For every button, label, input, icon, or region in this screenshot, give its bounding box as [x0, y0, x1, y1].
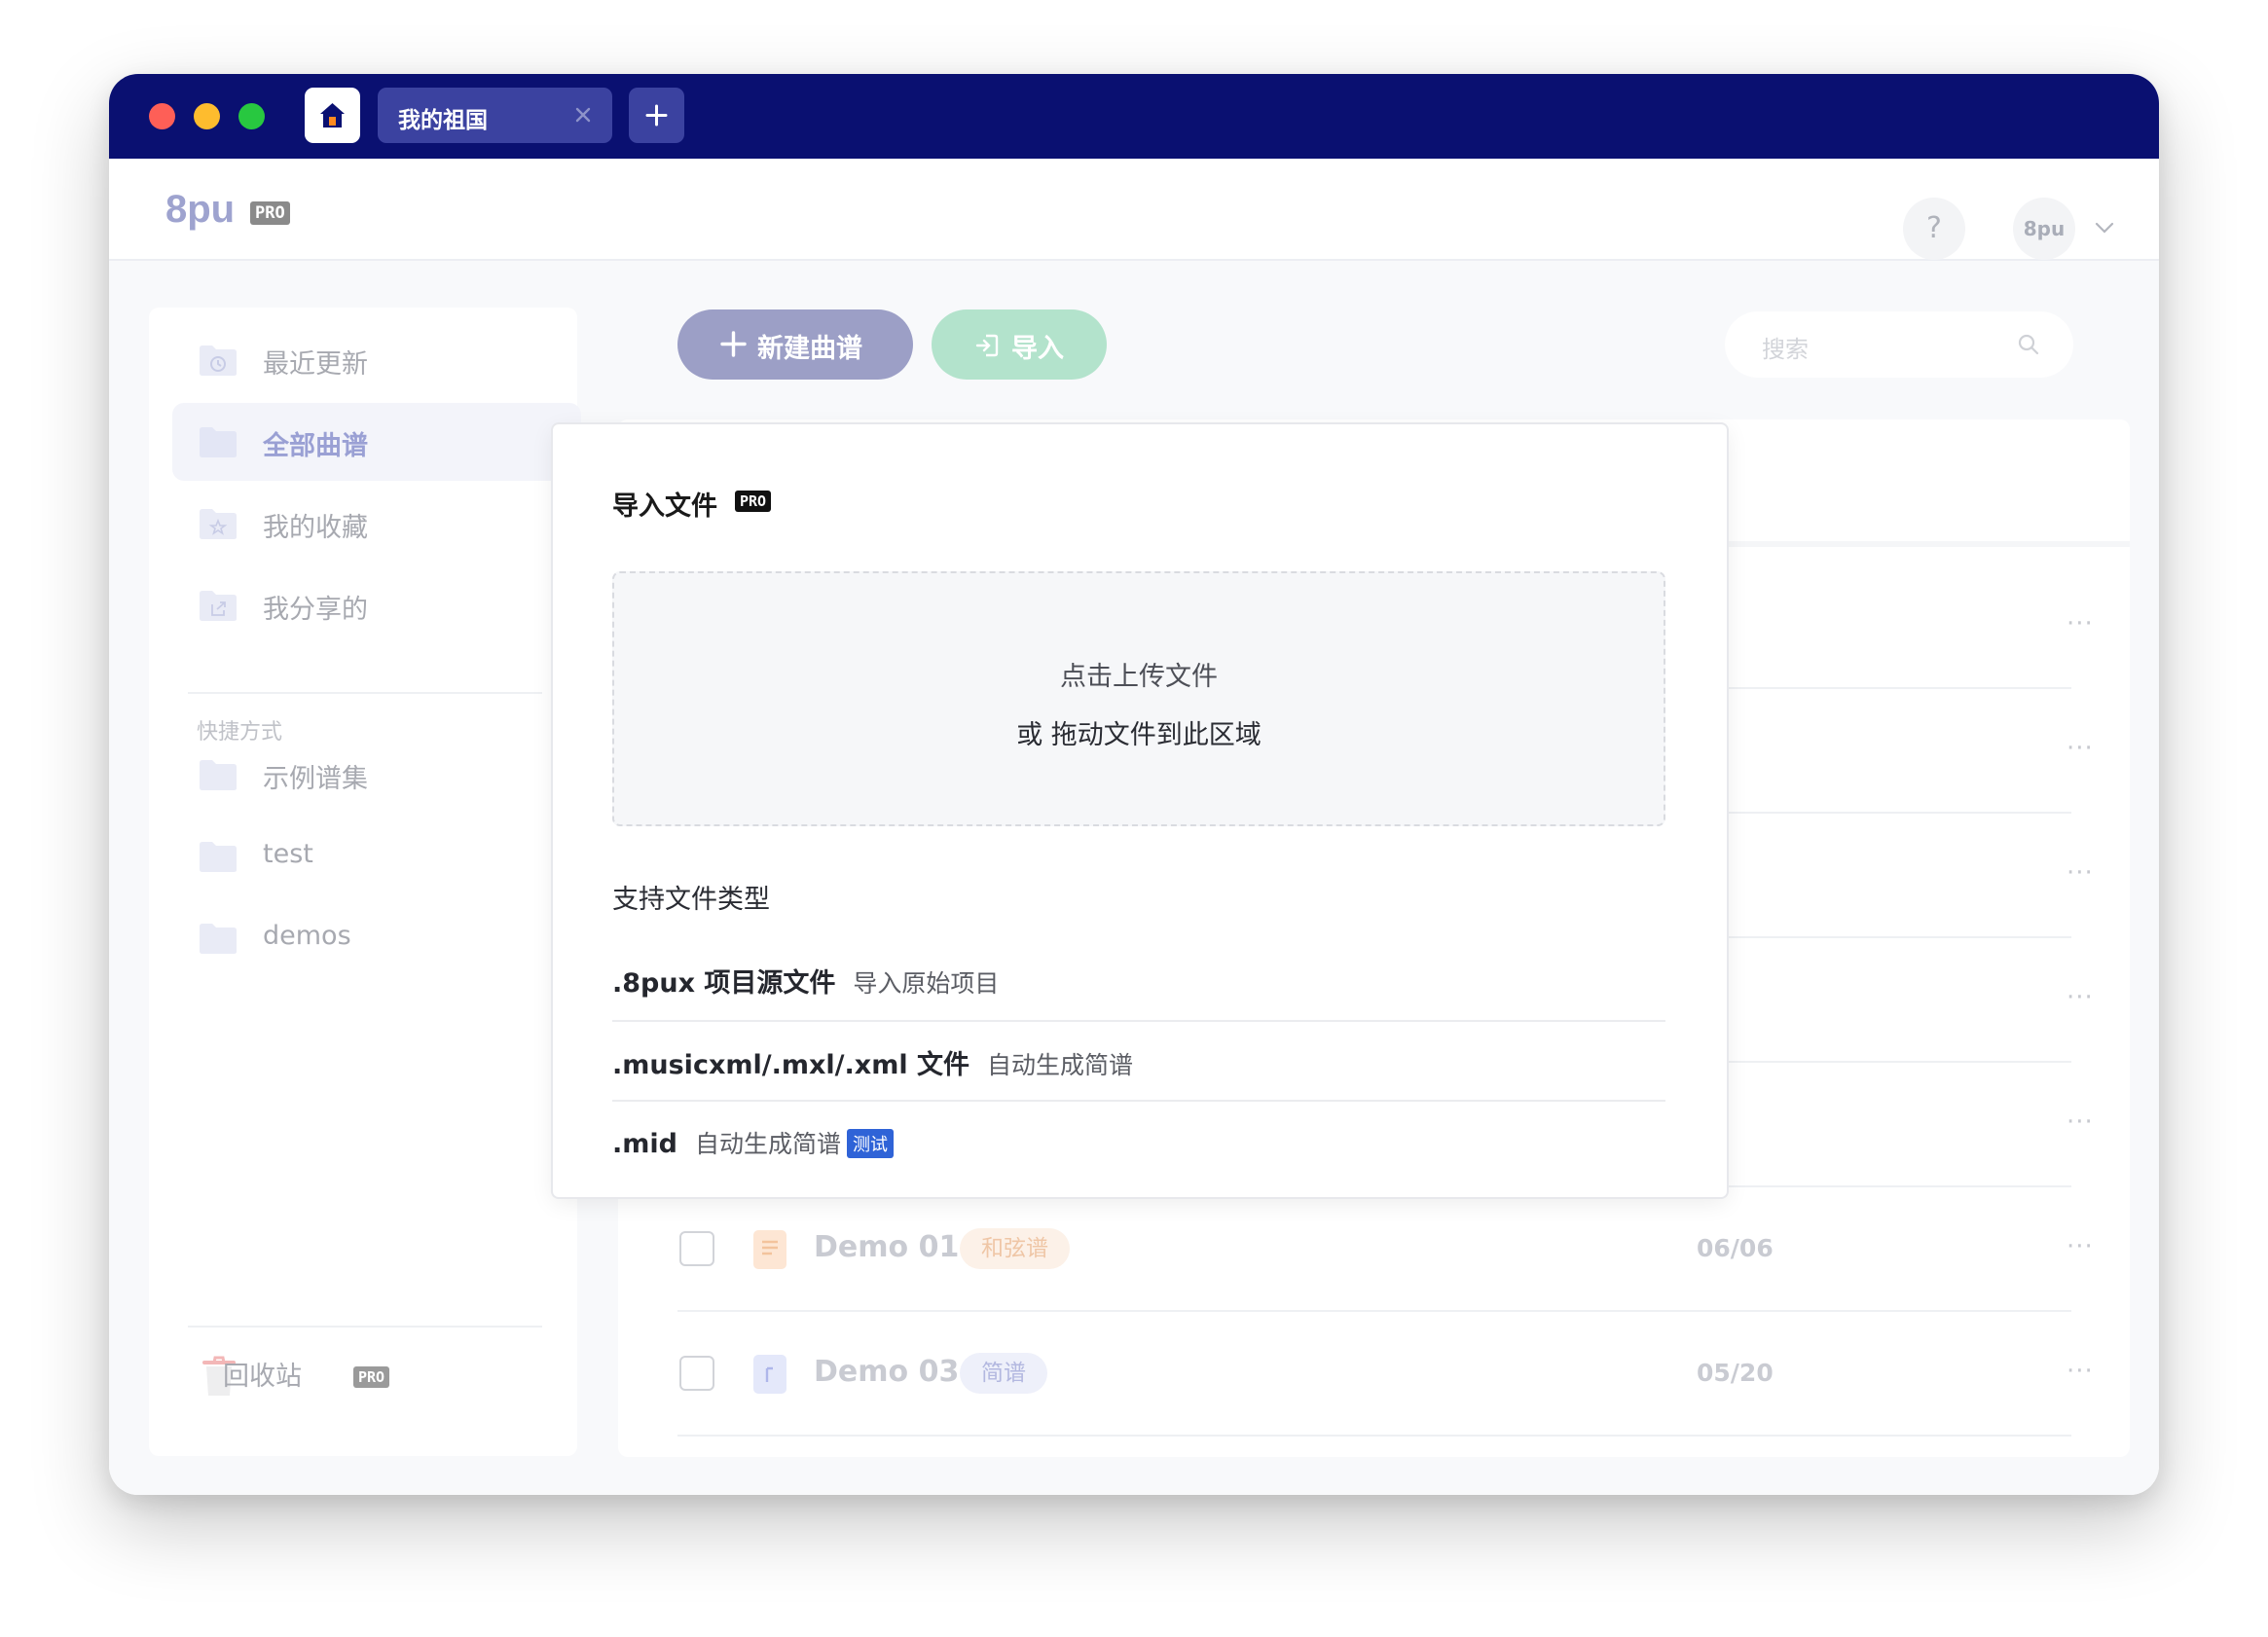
plus-icon	[720, 331, 747, 357]
supported-types-heading: 支持文件类型	[612, 885, 770, 915]
file-dropzone[interactable]: 点击上传文件 或 拖动文件到此区域	[612, 571, 1665, 826]
score-title[interactable]: Demo 03	[814, 1355, 959, 1389]
plus-icon	[645, 104, 668, 127]
score-type-tag: 和弦谱	[960, 1228, 1070, 1269]
table-row[interactable]: Demo 01 和弦谱 06/06 ···	[677, 1185, 2093, 1312]
file-type-name: .8pux 项目源文件	[612, 968, 836, 999]
chevron-down-icon[interactable]	[2095, 221, 2114, 235]
new-score-button[interactable]: 新建曲谱	[677, 309, 913, 380]
import-label: 导入	[1011, 334, 1064, 364]
minimize-window-button[interactable]	[194, 103, 220, 129]
score-date: 05/20	[1697, 1359, 1774, 1387]
sidebar-item-label: 全部曲谱	[263, 431, 368, 461]
sidebar-item-label: 我分享的	[263, 595, 368, 625]
file-type-desc: 自动生成简谱	[987, 1051, 1134, 1079]
search-icon[interactable]	[2017, 333, 2040, 356]
sidebar-item-favorites[interactable]: 我的收藏	[172, 485, 581, 563]
sidebar-item-label: 我的收藏	[263, 513, 368, 543]
more-button[interactable]: ···	[2067, 983, 2094, 1012]
file-type-item: .musicxml/.mxl/.xml 文件 自动生成简谱	[612, 1022, 1665, 1102]
dropzone-click-hint: 点击上传文件	[1060, 662, 1218, 692]
close-icon[interactable]	[571, 103, 595, 127]
close-window-button[interactable]	[149, 103, 175, 129]
title-bar: 我的祖国	[109, 74, 2159, 159]
notation-score-icon	[753, 1355, 786, 1394]
new-tab-button[interactable]	[629, 88, 684, 143]
sidebar-divider	[188, 1326, 542, 1328]
home-tab[interactable]	[305, 88, 360, 143]
score-date: 06/06	[1697, 1234, 1774, 1262]
folder-icon	[200, 760, 237, 790]
beta-badge: 测试	[847, 1129, 894, 1158]
pro-badge: PRO	[353, 1366, 390, 1388]
table-row[interactable]: Demo 03 简谱 05/20 ···	[677, 1310, 2093, 1437]
help-button[interactable]: ?	[1903, 198, 1965, 260]
clock-folder-icon	[200, 346, 237, 376]
sidebar-item-shortcut[interactable]: test	[172, 818, 581, 895]
more-button[interactable]: ···	[2067, 1108, 2094, 1137]
folder-icon	[200, 924, 237, 954]
import-dialog-title: 导入文件	[612, 491, 717, 522]
sidebar-item-label: 示例谱集	[263, 764, 368, 794]
import-dialog: 导入文件 PRO 点击上传文件 或 拖动文件到此区域 支持文件类型 .8pux …	[553, 424, 1727, 1197]
file-type-item: .8pux 项目源文件 导入原始项目	[612, 942, 1665, 1022]
sidebar-item-shortcut[interactable]: demos	[172, 899, 581, 977]
sidebar-divider	[188, 692, 542, 694]
app-header: 8pu PRO ? 8pu	[109, 159, 2159, 261]
new-score-label: 新建曲谱	[757, 334, 862, 364]
dropzone-drag-hint: 或 拖动文件到此区域	[1016, 720, 1262, 750]
chord-score-icon	[753, 1230, 786, 1269]
tab-label: 我的祖国	[398, 108, 488, 133]
file-type-name: .musicxml/.mxl/.xml 文件	[612, 1050, 969, 1080]
zoom-window-button[interactable]	[238, 103, 265, 129]
sidebar: 最近更新 全部曲谱 我的收藏 我分享的 快捷方式 示例谱集 test demos	[149, 308, 581, 1456]
sidebar-item-recent[interactable]: 最近更新	[172, 321, 581, 399]
sidebar-item-trash[interactable]: 回收站	[223, 1355, 302, 1393]
more-button[interactable]: ···	[2067, 858, 2094, 888]
star-folder-icon	[200, 509, 237, 539]
sidebar-item-shortcut[interactable]: 示例谱集	[172, 736, 581, 814]
more-button[interactable]: ···	[2067, 1357, 2094, 1386]
more-button[interactable]: ···	[2067, 1232, 2094, 1261]
home-icon	[320, 103, 345, 127]
file-type-item: .mid 自动生成简谱 测试	[612, 1102, 1665, 1180]
file-type-desc: 自动生成简谱	[694, 1130, 841, 1158]
sidebar-item-label: 最近更新	[263, 349, 368, 380]
user-avatar[interactable]: 8pu	[2013, 198, 2075, 260]
sidebar-item-shared[interactable]: 我分享的	[172, 566, 581, 644]
more-button[interactable]: ···	[2067, 609, 2094, 638]
sidebar-item-label: demos	[263, 921, 351, 951]
app-window: 我的祖国 8pu PRO ? 8pu 最近更新 全部曲谱 我的收藏 我分享的 快…	[109, 74, 2159, 1495]
sidebar-item-all[interactable]: 全部曲谱	[172, 403, 581, 481]
score-title[interactable]: Demo 01	[814, 1230, 959, 1264]
row-checkbox[interactable]	[679, 1231, 714, 1266]
sidebar-item-label: test	[263, 839, 313, 869]
pro-badge: PRO	[250, 201, 290, 225]
search-input[interactable]: 搜索	[1725, 311, 2073, 378]
folder-icon	[200, 842, 237, 872]
folder-icon	[200, 427, 237, 457]
tab-document[interactable]: 我的祖国	[378, 88, 612, 143]
import-icon	[975, 334, 999, 357]
file-type-desc: 导入原始项目	[853, 969, 1000, 998]
row-checkbox[interactable]	[679, 1356, 714, 1391]
search-placeholder: 搜索	[1762, 336, 1809, 363]
share-folder-icon	[200, 591, 237, 621]
file-type-name: .mid	[612, 1129, 677, 1159]
pro-badge: PRO	[735, 491, 772, 512]
import-button[interactable]: 导入	[932, 309, 1107, 380]
app-logo: 8pu	[165, 188, 236, 231]
more-button[interactable]: ···	[2067, 734, 2094, 763]
score-type-tag: 简谱	[960, 1353, 1047, 1394]
